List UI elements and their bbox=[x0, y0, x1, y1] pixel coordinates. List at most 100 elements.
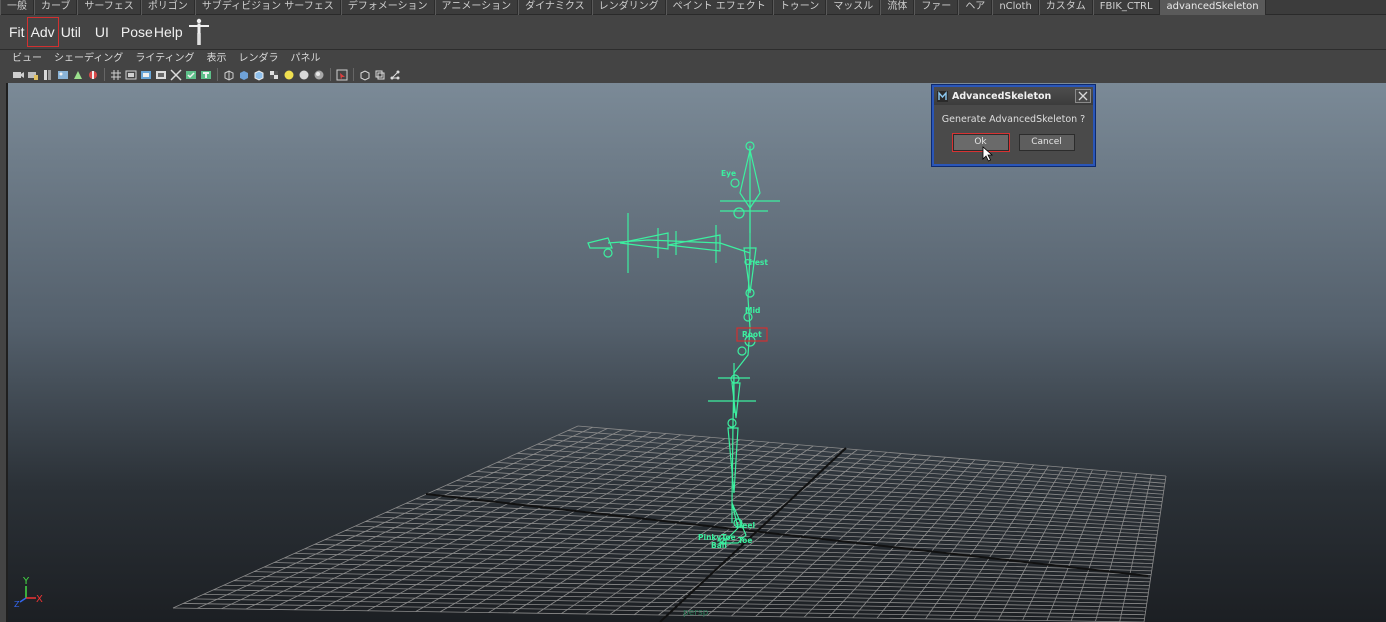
close-icon bbox=[1078, 91, 1088, 101]
menu-show[interactable]: 表示 bbox=[207, 52, 227, 66]
menu-view[interactable]: ビュー bbox=[12, 52, 42, 66]
select-camera-icon[interactable] bbox=[12, 69, 24, 81]
shelf-tab[interactable]: マッスル bbox=[826, 0, 881, 15]
shelf-tab[interactable]: サブディビジョン サーフェス bbox=[194, 0, 341, 15]
film-gate-icon[interactable] bbox=[125, 69, 137, 81]
default-light-icon[interactable] bbox=[283, 69, 295, 81]
smooth-shade-icon[interactable] bbox=[238, 69, 250, 81]
dialog-close-button[interactable] bbox=[1075, 89, 1091, 103]
ambient-occlusion-icon[interactable] bbox=[313, 69, 325, 81]
safe-action-icon[interactable] bbox=[185, 69, 197, 81]
xray-joints-icon[interactable] bbox=[389, 69, 401, 81]
safe-title-icon[interactable] bbox=[200, 69, 212, 81]
shelf-tab[interactable]: 一般 bbox=[0, 0, 34, 15]
generate-skeleton-dialog[interactable]: AdvancedSkeleton Generate AdvancedSkelet… bbox=[932, 85, 1095, 166]
shelf-tab[interactable]: ポリゴン bbox=[140, 0, 195, 15]
shelf-tab[interactable]: デフォメーション bbox=[340, 0, 435, 15]
bookmarks-icon[interactable] bbox=[42, 69, 54, 81]
ground-grid bbox=[172, 425, 1167, 622]
shelf-bar: Fit Adv Util UI Pose Help bbox=[0, 15, 1386, 50]
z-axis-line bbox=[19, 597, 27, 603]
textured-icon[interactable] bbox=[268, 69, 280, 81]
root-label: Root bbox=[742, 330, 762, 339]
shelf-tab-bar: 一般 カーブ サーフェス ポリゴン サブディビジョン サーフェス デフォメーション アニメー… bbox=[0, 0, 1386, 15]
human-figure-icon[interactable] bbox=[188, 18, 210, 46]
eye-label: Eye bbox=[721, 169, 736, 178]
shelf-tab[interactable]: ペイント エフェクト bbox=[665, 0, 773, 15]
maya-app-icon bbox=[937, 90, 948, 102]
shelf-tab[interactable]: FBIK_CTRL bbox=[1092, 0, 1160, 15]
cancel-button[interactable]: Cancel bbox=[1018, 134, 1075, 151]
adv-button[interactable]: Adv bbox=[26, 17, 59, 47]
grid-line bbox=[172, 607, 1145, 622]
z-axis-label: Z bbox=[14, 600, 20, 609]
panel-toolbar bbox=[6, 66, 1386, 83]
shelf-tab[interactable]: トゥーン bbox=[772, 0, 827, 15]
x-axis-label: X bbox=[36, 594, 43, 605]
xray-icon[interactable] bbox=[359, 69, 371, 81]
shelf-tab[interactable]: カスタム bbox=[1038, 0, 1093, 15]
toe-label: Toe bbox=[738, 536, 752, 545]
util-button[interactable]: Util bbox=[58, 18, 84, 46]
menu-renderer[interactable]: レンダラ bbox=[239, 52, 279, 66]
help-button[interactable]: Help bbox=[154, 18, 186, 46]
chest-label: Chest bbox=[744, 258, 768, 267]
hip-joint[interactable] bbox=[737, 346, 747, 356]
ui-button[interactable]: UI bbox=[92, 18, 112, 46]
isolate-select-icon[interactable] bbox=[336, 69, 348, 81]
lock-camera-icon[interactable] bbox=[27, 69, 39, 81]
hand-joint[interactable] bbox=[603, 248, 613, 258]
menu-lighting[interactable]: ライティング bbox=[135, 52, 194, 66]
shelf-tab[interactable]: advancedSkeleton bbox=[1159, 0, 1266, 15]
mid-label: Mid bbox=[745, 306, 760, 315]
ok-button[interactable]: Ok bbox=[951, 133, 1010, 152]
toolbar-separator bbox=[330, 68, 331, 81]
axis-triad: Y X Z bbox=[14, 576, 43, 609]
dialog-button-row: Ok Cancel bbox=[934, 133, 1093, 152]
2d-pan-zoom-icon[interactable] bbox=[72, 69, 84, 81]
shelf-tab[interactable]: アニメーション bbox=[434, 0, 519, 15]
toolbar-separator bbox=[353, 68, 354, 81]
camera-name-label: persp bbox=[683, 608, 709, 618]
shelf-tab[interactable]: ヘア bbox=[958, 0, 993, 15]
knee-upper-joint[interactable] bbox=[730, 374, 740, 384]
pose-button[interactable]: Pose bbox=[118, 18, 154, 46]
shelf-tab[interactable]: nCloth bbox=[992, 0, 1039, 15]
menu-shading[interactable]: シェーディング bbox=[54, 52, 123, 66]
wireframe-on-shaded-icon[interactable] bbox=[253, 69, 265, 81]
heel-label: Heel bbox=[736, 521, 755, 530]
grid-line bbox=[223, 584, 1147, 605]
shelf-tab[interactable]: レンダリング bbox=[591, 0, 666, 15]
shelf-tab[interactable]: サーフェス bbox=[77, 0, 141, 15]
gate-mask-icon[interactable] bbox=[155, 69, 167, 81]
ball-label: Ball bbox=[711, 541, 727, 550]
grid-icon[interactable] bbox=[110, 69, 122, 81]
shadows-icon[interactable] bbox=[298, 69, 310, 81]
perspective-viewport[interactable]: Eye Chest Mid Root Heel PinkyToe Ball To… bbox=[6, 83, 1386, 622]
grid-line bbox=[1046, 470, 1108, 621]
shelf-tab[interactable]: カーブ bbox=[34, 0, 78, 15]
neck-joint[interactable] bbox=[733, 207, 745, 219]
dialog-message: Generate AdvancedSkeleton ? bbox=[941, 114, 1086, 125]
fit-button[interactable]: Fit bbox=[6, 18, 28, 46]
menu-panels[interactable]: パネル bbox=[291, 52, 321, 66]
grid-line bbox=[183, 603, 1145, 619]
eye-joint[interactable] bbox=[730, 178, 740, 188]
shelf-tab[interactable]: ダイナミクス bbox=[518, 0, 592, 15]
shelf-tab[interactable]: 流体 bbox=[880, 0, 915, 15]
shelf-tab[interactable]: ファー bbox=[914, 0, 959, 15]
image-plane-icon[interactable] bbox=[57, 69, 69, 81]
scene-view[interactable]: Eye Chest Mid Root Heel PinkyToe Ball To… bbox=[8, 83, 1386, 622]
toolbar-separator bbox=[104, 68, 105, 81]
grease-pencil-icon[interactable] bbox=[87, 69, 99, 81]
grid-line bbox=[1022, 469, 1093, 621]
resolution-gate-icon[interactable] bbox=[140, 69, 152, 81]
panel-menu-bar: ビュー シェーディング ライティング 表示 レンダラ パネル bbox=[6, 52, 1386, 66]
knee-joint[interactable] bbox=[727, 418, 737, 428]
field-chart-icon[interactable] bbox=[170, 68, 182, 81]
wireframe-icon[interactable] bbox=[223, 69, 235, 81]
mouse-cursor-icon bbox=[982, 146, 994, 162]
toolbar-separator bbox=[217, 68, 218, 81]
dialog-title-bar[interactable]: AdvancedSkeleton bbox=[934, 87, 1093, 105]
xray-active-icon[interactable] bbox=[374, 69, 386, 81]
